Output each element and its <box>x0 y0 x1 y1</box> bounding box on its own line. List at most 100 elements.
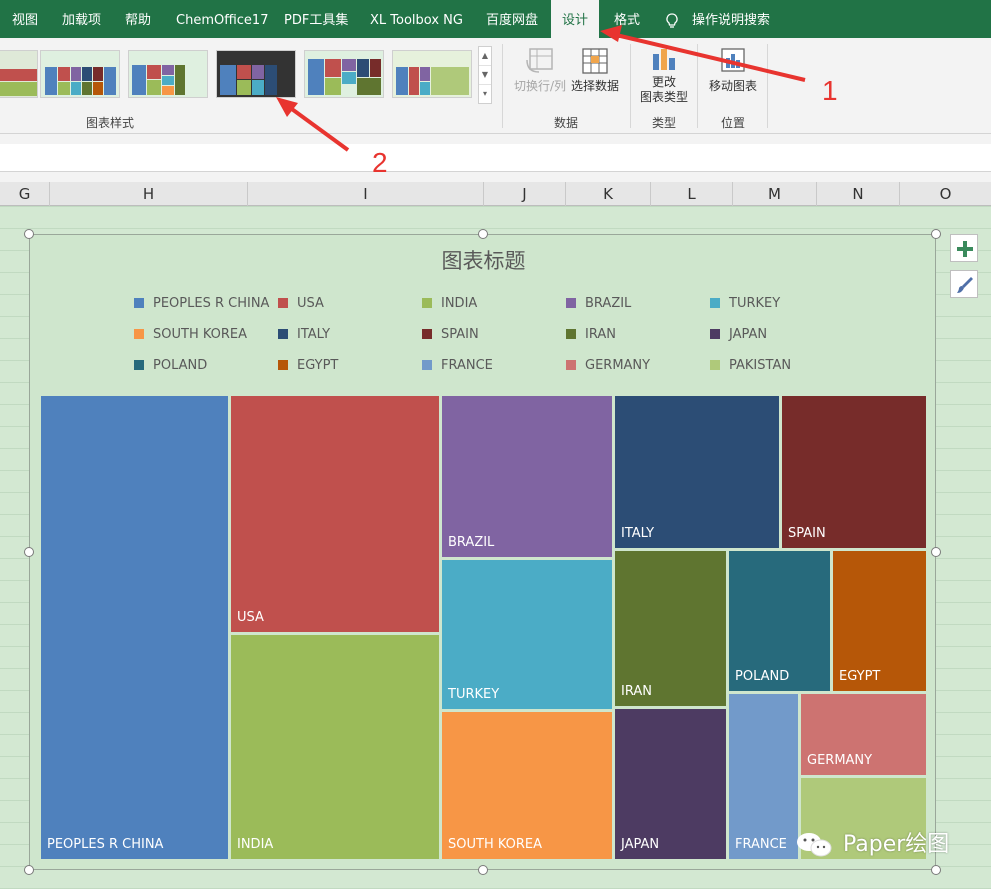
chart-style-thumbnail[interactable] <box>392 50 472 98</box>
tab-addins[interactable]: 加载项 <box>62 0 101 38</box>
change-chart-type-icon <box>653 49 675 70</box>
legend-item[interactable]: EGYPT <box>278 358 338 373</box>
gallery-expand-icon[interactable]: ▾ <box>479 85 491 104</box>
legend-label: USA <box>297 296 324 311</box>
resize-handle[interactable] <box>931 865 941 875</box>
chart-style-thumbnail-dark[interactable] <box>216 50 296 98</box>
resize-handle[interactable] <box>478 865 488 875</box>
legend-item[interactable]: GERMANY <box>566 358 650 373</box>
divider <box>767 44 768 128</box>
column-header-k[interactable]: K <box>566 182 651 206</box>
tab-help[interactable]: 帮助 <box>125 0 151 38</box>
legend-item[interactable]: IRAN <box>566 327 616 342</box>
column-header-g[interactable]: G <box>0 182 50 206</box>
tile-label: BRAZIL <box>448 535 495 550</box>
legend-item[interactable]: INDIA <box>422 296 477 311</box>
column-header-n[interactable]: N <box>817 182 900 206</box>
treemap-tile-brazil[interactable]: BRAZIL <box>442 396 612 557</box>
select-data-button[interactable]: 选择数据 <box>568 46 622 94</box>
divider <box>630 44 631 128</box>
chart-style-thumbnail[interactable] <box>0 50 38 98</box>
wechat-icon <box>797 833 832 857</box>
column-header-h[interactable]: H <box>50 182 248 206</box>
formula-bar[interactable] <box>0 144 991 172</box>
legend-item[interactable]: USA <box>278 296 324 311</box>
legend-item[interactable]: FRANCE <box>422 358 493 373</box>
tile-label: FRANCE <box>735 837 787 852</box>
tab-baidu-pan[interactable]: 百度网盘 <box>486 0 538 38</box>
tab-format[interactable]: 格式 <box>614 0 640 38</box>
tab-design[interactable]: 设计 <box>551 0 599 38</box>
column-header-j[interactable]: J <box>484 182 566 206</box>
column-header-o[interactable]: O <box>900 182 991 206</box>
treemap-tile-egypt[interactable]: EGYPT <box>833 551 926 691</box>
treemap-tile-turkey[interactable]: TURKEY <box>442 560 612 709</box>
treemap-tile-peoples-r-china[interactable]: PEOPLES R CHINA <box>41 396 228 859</box>
tab-chemoffice[interactable]: ChemOffice17 <box>176 0 268 38</box>
tab-pdf-tools[interactable]: PDF工具集 <box>284 0 348 38</box>
chart-style-thumbnail[interactable] <box>304 50 384 98</box>
scroll-up-icon[interactable]: ▲ <box>479 47 491 66</box>
treemap-tile-japan[interactable]: JAPAN <box>615 709 726 859</box>
treemap-tile-south-korea[interactable]: SOUTH KOREA <box>442 712 612 859</box>
legend-item[interactable]: TURKEY <box>710 296 780 311</box>
treemap-tile-italy[interactable]: ITALY <box>615 396 779 548</box>
legend-swatch <box>278 329 288 339</box>
resize-handle[interactable] <box>24 865 34 875</box>
treemap-tile-germany[interactable]: GERMANY <box>801 694 926 775</box>
gallery-scroll[interactable]: ▲ ▼ ▾ <box>478 46 492 104</box>
tile-label: IRAN <box>621 684 652 699</box>
treemap-tile-poland[interactable]: POLAND <box>729 551 830 691</box>
formula-bottom-strip <box>0 172 991 182</box>
column-header-i[interactable]: I <box>248 182 484 206</box>
treemap-tile-iran[interactable]: IRAN <box>615 551 726 706</box>
move-chart-button[interactable]: 移动图表 <box>706 46 760 94</box>
legend-item[interactable]: JAPAN <box>710 327 767 342</box>
resize-handle[interactable] <box>931 229 941 239</box>
treemap-tile-usa[interactable]: USA <box>231 396 439 632</box>
legend-item[interactable]: SPAIN <box>422 327 479 342</box>
legend-item[interactable]: PEOPLES R CHINA <box>134 296 269 311</box>
legend-label: PAKISTAN <box>729 358 792 373</box>
legend-swatch <box>134 329 144 339</box>
chart-style-thumbnail[interactable] <box>40 50 120 98</box>
legend-item[interactable]: POLAND <box>134 358 207 373</box>
treemap-tile-france[interactable]: FRANCE <box>729 694 798 859</box>
tile-label: POLAND <box>735 669 790 684</box>
switch-row-column-button[interactable]: 切换行/列 <box>511 46 569 94</box>
scroll-down-icon[interactable]: ▼ <box>479 66 491 85</box>
data-group-label: 数据 <box>554 116 579 130</box>
chart-title[interactable]: 图表标题 <box>30 245 937 275</box>
column-header-m[interactable]: M <box>733 182 817 206</box>
legend-swatch <box>566 329 576 339</box>
legend-item[interactable]: PAKISTAN <box>710 358 791 373</box>
chart-styles-button[interactable] <box>950 270 978 298</box>
tile-label: JAPAN <box>621 837 660 852</box>
resize-handle[interactable] <box>478 229 488 239</box>
chart-styles-group-label: 图表样式 <box>86 116 135 130</box>
resize-handle[interactable] <box>24 547 34 557</box>
treemap-tile-india[interactable]: INDIA <box>231 635 439 859</box>
resize-handle[interactable] <box>24 229 34 239</box>
select-data-icon <box>582 48 608 74</box>
column-header-l[interactable]: L <box>651 182 733 206</box>
chart-style-thumbnail[interactable] <box>128 50 208 98</box>
chart-elements-button[interactable] <box>950 234 978 262</box>
tab-view[interactable]: 视图 <box>12 0 38 38</box>
legend-item[interactable]: ITALY <box>278 327 330 342</box>
tell-me-search[interactable]: 操作说明搜索 <box>692 0 770 38</box>
legend-item[interactable]: BRAZIL <box>566 296 631 311</box>
legend-item[interactable]: SOUTH KOREA <box>134 327 247 342</box>
change-chart-type-button[interactable]: 更改 图表类型 <box>636 46 692 105</box>
column-header-row: G H I J K L M N O <box>0 182 991 206</box>
tab-xl-toolbox[interactable]: XL Toolbox NG <box>370 0 463 38</box>
legend-swatch <box>134 298 144 308</box>
resize-handle[interactable] <box>931 547 941 557</box>
divider <box>502 44 503 128</box>
treemap-chart[interactable]: 图表标题 PEOPLES R CHINA USA INDIA BRAZIL TU… <box>29 234 936 870</box>
legend-label: INDIA <box>441 296 478 311</box>
legend-swatch <box>134 360 144 370</box>
legend-label: JAPAN <box>729 327 768 342</box>
plus-icon <box>957 241 973 257</box>
treemap-tile-spain[interactable]: SPAIN <box>782 396 926 548</box>
